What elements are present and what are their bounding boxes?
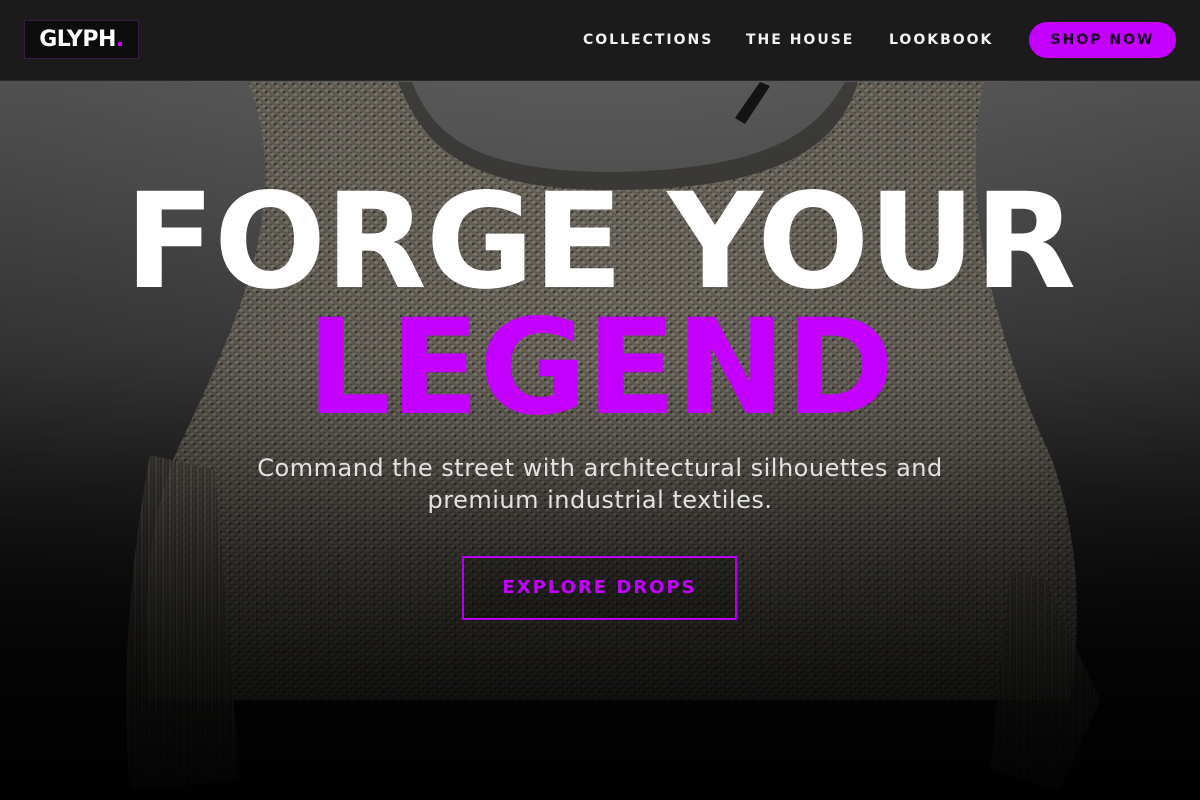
landing-page: GLYPH. COLLECTIONS THE HOUSE LOOKBOOK SH… [0, 0, 1200, 800]
hero-subtitle: Command the street with architectural si… [257, 454, 943, 514]
nav-link-the-house[interactable]: THE HOUSE [746, 31, 854, 49]
brand-logo-text: GLYPH [39, 27, 116, 52]
brand-logo-dot: . [115, 27, 124, 52]
hero-headline-line-1: FORGE YOUR [124, 165, 1076, 319]
shop-now-button[interactable]: SHOP NOW [1029, 22, 1176, 58]
hero-headline-line-2: LEGEND [306, 291, 895, 445]
nav-link-lookbook[interactable]: LOOKBOOK [889, 31, 993, 49]
top-nav: GLYPH. COLLECTIONS THE HOUSE LOOKBOOK SH… [0, 0, 1200, 81]
nav-link-collections[interactable]: COLLECTIONS [583, 31, 713, 49]
explore-drops-button[interactable]: EXPLORE DROPS [462, 556, 737, 620]
brand-logo[interactable]: GLYPH. [24, 20, 139, 59]
